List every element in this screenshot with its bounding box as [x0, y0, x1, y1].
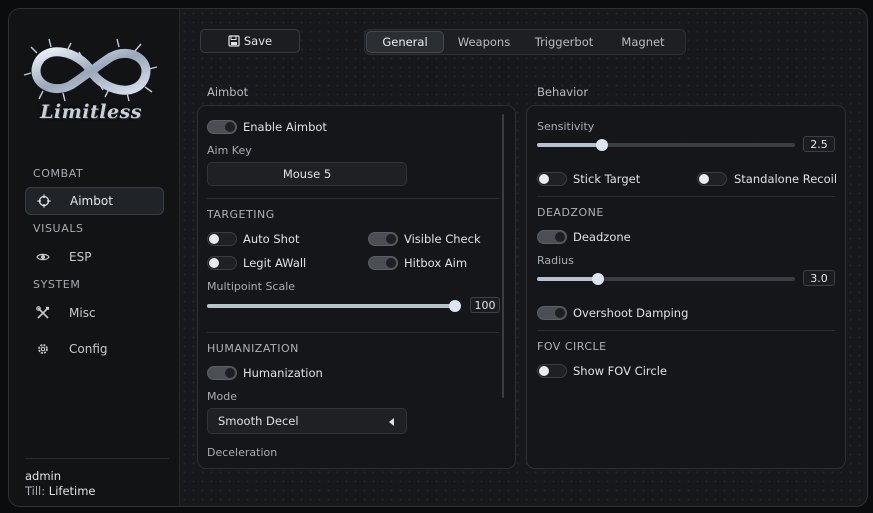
behavior-panel: Sensitivity 2.5 Stick Target Standalone … — [526, 105, 846, 469]
app-window: Limitless COMBAT Aimbot VISUALS ESP SYST… — [8, 8, 868, 507]
aimbot-panel-title: Aimbot — [207, 85, 249, 99]
radius-slider[interactable] — [537, 273, 795, 285]
brand-logo: Limitless — [23, 29, 159, 133]
behavior-panel-title: Behavior — [537, 85, 589, 99]
overshoot-damping-toggle[interactable] — [537, 306, 567, 320]
brand-name: Limitless — [40, 101, 142, 123]
visible-check-toggle[interactable] — [368, 232, 398, 246]
sidebar-item-aimbot[interactable]: Aimbot — [25, 187, 164, 215]
user-name: admin — [25, 469, 62, 483]
sidebar-item-esp[interactable]: ESP — [25, 243, 164, 271]
divider — [207, 198, 499, 199]
sidebar-item-label: ESP — [69, 250, 92, 264]
radius-label: Radius — [537, 254, 574, 267]
overshoot-damping-label: Overshoot Damping — [573, 306, 689, 320]
sidebar-item-label: Aimbot — [70, 194, 113, 208]
humanization-toggle[interactable] — [207, 366, 237, 380]
tab-magnet[interactable]: Magnet — [604, 31, 682, 53]
scrollbar[interactable] — [502, 114, 504, 398]
enable-aimbot-toggle[interactable] — [207, 120, 237, 134]
mode-label: Mode — [207, 390, 237, 403]
auto-shot-toggle[interactable] — [207, 232, 237, 246]
tab-weapons[interactable]: Weapons — [444, 31, 524, 53]
deadzone-label: Deadzone — [573, 230, 631, 244]
section-label-system: SYSTEM — [33, 278, 81, 291]
deadzone-toggle[interactable] — [537, 230, 567, 244]
multipoint-scale-slider[interactable] — [207, 300, 461, 312]
sensitivity-slider[interactable] — [537, 139, 795, 151]
slider-knob[interactable] — [591, 273, 604, 285]
divider — [537, 330, 835, 331]
legit-awall-label: Legit AWall — [243, 256, 307, 270]
tools-icon — [35, 305, 51, 321]
enable-aimbot-label: Enable Aimbot — [243, 120, 327, 134]
fov-circle-header: FOV CIRCLE — [537, 340, 607, 353]
show-fov-circle-toggle[interactable] — [537, 364, 567, 378]
save-label: Save — [243, 34, 273, 48]
sidebar-item-label: Misc — [69, 306, 96, 320]
sidebar-item-label: Config — [69, 342, 108, 356]
sensitivity-value[interactable]: 2.5 — [803, 136, 835, 152]
tab-bar: General Weapons Triggerbot Magnet — [364, 29, 686, 55]
hitbox-aim-toggle[interactable] — [368, 256, 398, 270]
deadzone-header: DEADZONE — [537, 206, 604, 219]
aim-key-label: Aim Key — [207, 144, 252, 157]
humanization-label: Humanization — [243, 366, 323, 380]
mode-select-value: Smooth Decel — [218, 414, 299, 428]
section-label-visuals: VISUALS — [33, 222, 84, 235]
floppy-disk-icon — [228, 35, 240, 47]
visible-check-label: Visible Check — [404, 232, 481, 246]
sidebar-item-config[interactable]: Config — [25, 335, 164, 363]
crosshair-icon — [36, 193, 52, 209]
sensitivity-label: Sensitivity — [537, 120, 595, 133]
caret-left-icon — [389, 418, 394, 426]
legit-awall-toggle[interactable] — [207, 256, 237, 270]
sidebar-divider — [25, 458, 169, 459]
targeting-header: TARGETING — [207, 208, 275, 221]
section-label-combat: COMBAT — [33, 167, 84, 180]
show-fov-circle-label: Show FOV Circle — [573, 364, 667, 378]
multipoint-scale-label: Multipoint Scale — [207, 280, 296, 293]
mode-select[interactable]: Smooth Decel — [207, 408, 407, 434]
radius-value[interactable]: 3.0 — [803, 270, 835, 286]
sidebar-item-misc[interactable]: Misc — [25, 299, 164, 327]
tab-general[interactable]: General — [366, 31, 444, 53]
aim-key-button[interactable]: Mouse 5 — [207, 162, 407, 186]
aimbot-panel: Enable Aimbot Aim Key Mouse 5 TARGETING … — [197, 105, 516, 469]
deceleration-label: Deceleration — [207, 446, 278, 459]
gear-icon — [35, 341, 51, 357]
multipoint-scale-value[interactable]: 100 — [470, 297, 500, 313]
tab-triggerbot[interactable]: Triggerbot — [524, 31, 604, 53]
sidebar: Limitless COMBAT Aimbot VISUALS ESP SYST… — [9, 9, 180, 506]
save-button[interactable]: Save — [200, 29, 300, 53]
auto-shot-label: Auto Shot — [243, 232, 300, 246]
divider — [207, 332, 499, 333]
eye-icon — [35, 249, 51, 265]
slider-knob[interactable] — [595, 139, 608, 151]
hitbox-aim-label: Hitbox Aim — [404, 256, 468, 270]
stick-target-label: Stick Target — [573, 172, 641, 186]
slider-knob[interactable] — [449, 300, 461, 312]
standalone-recoil-toggle[interactable] — [697, 172, 727, 186]
stick-target-toggle[interactable] — [537, 172, 567, 186]
divider — [537, 196, 835, 197]
license-till: Till: Lifetime — [25, 484, 96, 498]
humanization-header: HUMANIZATION — [207, 342, 299, 355]
standalone-recoil-label: Standalone Recoil — [734, 172, 838, 186]
